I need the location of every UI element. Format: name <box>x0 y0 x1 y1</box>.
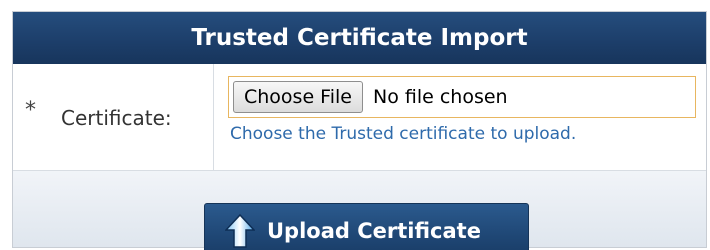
required-asterisk: * <box>25 98 36 123</box>
certificate-file-input[interactable]: Choose File No file chosen <box>228 76 696 118</box>
trusted-certificate-import-panel: Trusted Certificate Import * Certificate… <box>12 11 707 250</box>
certificate-row: * Certificate: Choose File No file chose… <box>13 64 706 171</box>
panel-title: Trusted Certificate Import <box>13 12 706 64</box>
certificate-label-cell: * Certificate: <box>13 64 214 170</box>
certificate-value-cell: Choose File No file chosen Choose the Tr… <box>215 64 706 170</box>
arrow-up-icon <box>225 213 255 248</box>
certificate-label: Certificate: <box>61 106 172 130</box>
upload-certificate-button[interactable]: Upload Certificate <box>204 203 529 250</box>
certificate-hint: Choose the Trusted certificate to upload… <box>230 124 577 144</box>
choose-file-button[interactable]: Choose File <box>233 81 363 113</box>
file-status-text: No file chosen <box>372 86 508 108</box>
form-footer: Upload Certificate <box>13 171 706 250</box>
upload-certificate-label: Upload Certificate <box>267 218 481 243</box>
